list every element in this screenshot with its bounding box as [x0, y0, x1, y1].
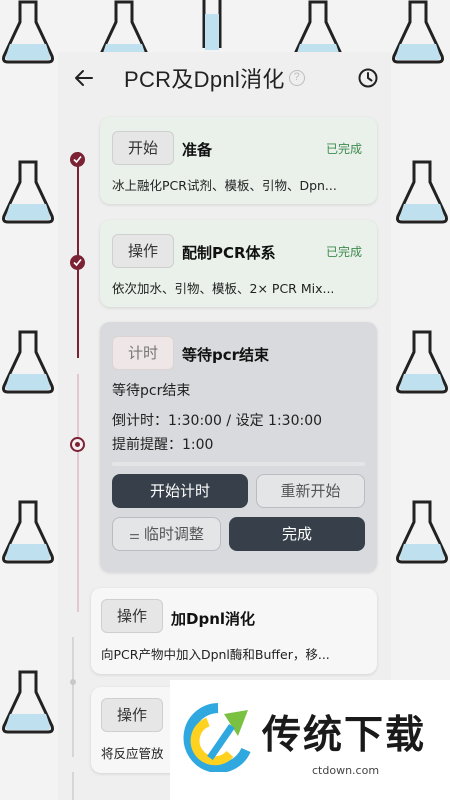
flask-icon	[394, 160, 450, 224]
step-type-tag: 操作	[101, 698, 163, 732]
flask-icon	[0, 500, 56, 564]
step-name: 准备	[182, 141, 213, 159]
timeline-line-pending	[72, 772, 74, 800]
step-type-tag: 操作	[101, 599, 163, 633]
step-status: 已完成	[326, 142, 363, 156]
step-name: 加Dpnl消化	[171, 610, 256, 628]
check-icon	[73, 155, 82, 164]
step-done-dot	[70, 255, 85, 270]
flask-icon	[394, 330, 450, 394]
back-button[interactable]	[72, 66, 96, 90]
step-description: 向PCR产物中加入Dpnl酶和Buffer，移...	[101, 647, 330, 662]
step-card-prepare-pcr[interactable]: 操作 配制PCR体系 已完成 依次加水、引物、模板、2× PCR Mix...	[100, 220, 377, 307]
step-description: 冰上融化PCR试剂、模板、引物、Dpn...	[112, 178, 337, 193]
step-current-dot	[70, 437, 85, 452]
timeline-line-current	[77, 374, 79, 612]
flask-icon	[390, 0, 446, 64]
complete-button[interactable]: 完成	[229, 517, 365, 551]
adjust-button-label: 临时调整	[143, 525, 204, 543]
start-timer-button[interactable]: 开始计时	[112, 474, 248, 508]
step-type-tag: 开始	[112, 131, 174, 165]
step-card-prepare[interactable]: 开始 准备 已完成 冰上融化PCR试剂、模板、引物、Dpn...	[100, 117, 377, 204]
step-name: 等待pcr结束	[182, 346, 270, 364]
step-card-wait-pcr: 计时 等待pcr结束 等待pcr结束 倒计时：1:30:00 / 设定 1:30…	[100, 322, 377, 572]
flask-icon	[0, 330, 56, 394]
watermark: 传统下载 ctdown.com	[170, 680, 450, 800]
adjust-button[interactable]: ⚌ 临时调整	[112, 517, 221, 551]
step-type-tag: 计时	[112, 336, 174, 370]
check-icon	[73, 258, 82, 267]
clock-icon	[358, 68, 378, 88]
help-icon[interactable]: ?	[288, 70, 305, 86]
step-card-dpnl[interactable]: 操作 加Dpnl消化 向PCR产物中加入Dpnl酶和Buffer，移...	[91, 588, 377, 674]
step-type-tag: 操作	[112, 234, 174, 268]
back-arrow-icon	[75, 70, 93, 86]
step-name: 配制PCR体系	[182, 244, 276, 262]
step-status: 已完成	[326, 245, 363, 259]
page-title: PCR及Dpnl消化	[124, 67, 285, 92]
timeline-line-pending	[72, 637, 74, 757]
step-detail: 等待pcr结束	[112, 383, 191, 399]
history-button[interactable]	[357, 67, 379, 89]
flask-icon	[0, 670, 56, 734]
flask-icon	[0, 160, 56, 224]
step-done-dot	[70, 152, 85, 167]
divider	[112, 462, 365, 466]
restart-button[interactable]: 重新开始	[256, 474, 365, 508]
watermark-text: 传统下载	[262, 713, 427, 758]
app-header: PCR及Dpnl消化 ?	[58, 52, 391, 104]
reminder-text: 提前提醒：1:00	[112, 437, 214, 453]
flask-icon	[394, 500, 450, 564]
countdown-text: 倒计时：1:30:00 / 设定 1:30:00	[112, 413, 323, 429]
watermark-url: ctdown.com	[312, 764, 380, 777]
test-tube-icon	[200, 0, 224, 52]
step-pending-dot	[70, 679, 76, 685]
flask-icon	[0, 0, 56, 64]
download-logo-icon	[183, 703, 251, 772]
step-description: 依次加水、引物、模板、2× PCR Mix...	[112, 281, 335, 296]
sliders-icon: ⚌	[129, 528, 140, 542]
